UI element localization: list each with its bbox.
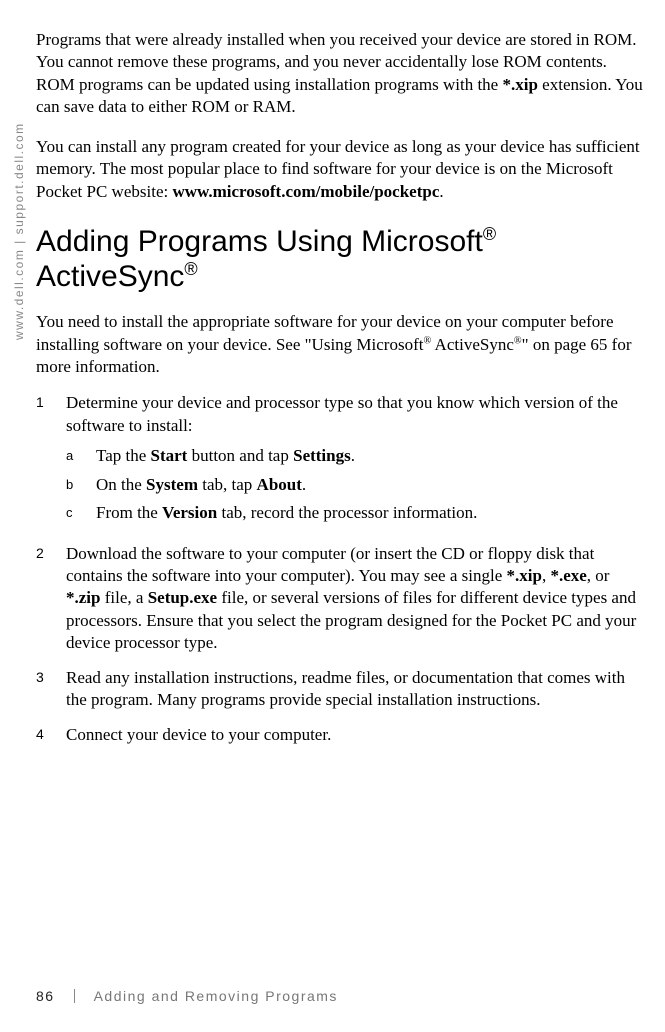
ext-xip: *.xip bbox=[502, 75, 537, 94]
ui-version: Version bbox=[162, 503, 217, 522]
steps-list: 1 Determine your device and processor ty… bbox=[36, 392, 647, 746]
substep-b: b On the System tab, tap About. bbox=[66, 474, 647, 496]
url-pocketpc: www.microsoft.com/mobile/pocketpc bbox=[172, 182, 439, 201]
text: Tap the bbox=[96, 446, 151, 465]
page-content: Programs that were already installed whe… bbox=[36, 12, 647, 758]
substep-body: On the System tab, tap About. bbox=[96, 474, 306, 496]
text: Determine your device and processor type… bbox=[66, 393, 618, 434]
substep-a: a Tap the Start button and tap Settings. bbox=[66, 445, 647, 467]
heading-activesync: Adding Programs Using Microsoft® ActiveS… bbox=[36, 225, 647, 294]
text: tab, record the processor information. bbox=[217, 503, 477, 522]
page-number: 86 bbox=[36, 988, 55, 1004]
text: file, a bbox=[100, 588, 147, 607]
step-2: 2 Download the software to your computer… bbox=[36, 543, 647, 655]
step-body: Connect your device to your computer. bbox=[66, 724, 331, 746]
step-body: Download the software to your computer (… bbox=[66, 543, 647, 655]
step-4: 4 Connect your device to your computer. bbox=[36, 724, 647, 746]
text: button and tap bbox=[187, 446, 293, 465]
text: . bbox=[302, 475, 306, 494]
ui-about: About bbox=[257, 475, 302, 494]
substep-c: c From the Version tab, record the proce… bbox=[66, 502, 647, 524]
ui-system: System bbox=[146, 475, 198, 494]
step-3: 3 Read any installation instructions, re… bbox=[36, 667, 647, 712]
ext-exe: *.exe bbox=[550, 566, 586, 585]
text: , or bbox=[587, 566, 610, 585]
step-number: 2 bbox=[36, 543, 66, 655]
page-footer: 86 Adding and Removing Programs bbox=[36, 988, 338, 1004]
substep-body: Tap the Start button and tap Settings. bbox=[96, 445, 355, 467]
para-intro: You need to install the appropriate soft… bbox=[36, 311, 647, 378]
step-1: 1 Determine your device and processor ty… bbox=[36, 392, 647, 530]
text: . bbox=[439, 182, 443, 201]
text: . bbox=[351, 446, 355, 465]
para-rom: Programs that were already installed whe… bbox=[36, 29, 647, 119]
step-number: 4 bbox=[36, 724, 66, 746]
ui-settings: Settings bbox=[293, 446, 351, 465]
step-body: Determine your device and processor type… bbox=[66, 392, 647, 530]
ext-zip: *.zip bbox=[66, 588, 100, 607]
reg-mark: ® bbox=[514, 335, 522, 346]
heading-part1: Adding Programs Using Microsoft bbox=[36, 225, 483, 258]
para-install: You can install any program created for … bbox=[36, 136, 647, 203]
ui-start: Start bbox=[151, 446, 188, 465]
substep-body: From the Version tab, record the process… bbox=[96, 502, 477, 524]
reg-mark: ® bbox=[483, 224, 496, 244]
step-body: Read any installation instructions, read… bbox=[66, 667, 647, 712]
text: From the bbox=[96, 503, 162, 522]
substep-letter: b bbox=[66, 474, 96, 496]
section-title: Adding and Removing Programs bbox=[94, 988, 338, 1004]
footer-divider bbox=[74, 989, 75, 1003]
text: Read any installation instructions, read… bbox=[66, 668, 625, 709]
substep-letter: c bbox=[66, 502, 96, 524]
heading-part2: ActiveSync bbox=[36, 260, 184, 293]
substep-letter: a bbox=[66, 445, 96, 467]
file-setup-exe: Setup.exe bbox=[148, 588, 217, 607]
text: On the bbox=[96, 475, 146, 494]
reg-mark: ® bbox=[184, 259, 197, 279]
text: Connect your device to your computer. bbox=[66, 725, 331, 744]
sidebar-url-text: www.dell.com | support.dell.com bbox=[12, 20, 30, 340]
text: ActiveSync bbox=[431, 335, 514, 354]
step-number: 3 bbox=[36, 667, 66, 712]
text: tab, tap bbox=[198, 475, 257, 494]
step-number: 1 bbox=[36, 392, 66, 530]
ext-xip: *.xip bbox=[507, 566, 542, 585]
substeps-list: a Tap the Start button and tap Settings.… bbox=[66, 445, 647, 524]
